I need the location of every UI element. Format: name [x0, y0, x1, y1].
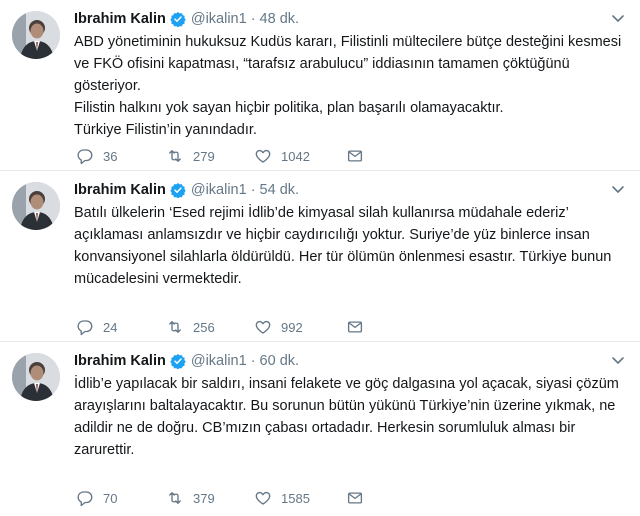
chevron-down-icon[interactable] — [610, 10, 626, 26]
tweet-text-line: Türkiye Filistin’in yanındadır. — [74, 122, 257, 138]
tweet-text: ABD yönetiminin hukuksuz Kudüs kararı, F… — [74, 31, 626, 141]
verified-badge-icon — [170, 12, 186, 27]
timestamp[interactable]: 48 dk. — [260, 11, 300, 27]
author-handle[interactable]: @ikalin1 — [191, 11, 247, 27]
separator-dot: · — [250, 182, 256, 198]
retweet-icon — [169, 150, 181, 162]
tweet-text-line: İdlib’e yapılacak bir saldırı, insani fe… — [74, 376, 619, 458]
tweet-text-line: ABD yönetiminin hukuksuz Kudüs kararı, F… — [74, 34, 622, 94]
reply-icon — [77, 149, 93, 165]
chevron-down-icon[interactable] — [610, 181, 626, 197]
reply-icon — [77, 491, 93, 507]
tweet-text: Batılı ülkelerin ‘Esed rejimi İdlib’de k… — [74, 202, 626, 290]
like-count: 1585 — [281, 490, 310, 506]
retweet-count: 379 — [193, 490, 215, 506]
reply-icon — [77, 320, 93, 336]
envelope-icon — [347, 492, 363, 504]
envelope-icon — [347, 321, 363, 333]
avatar[interactable] — [12, 353, 60, 401]
retweet-icon — [169, 321, 181, 333]
direct-message-button[interactable] — [346, 147, 373, 165]
timestamp[interactable]: 60 dk. — [260, 353, 300, 369]
author-name[interactable]: Ibrahim Kalin — [74, 11, 166, 27]
tweet-header: Ibrahim Kalin @ikalin1 · 48 dk. — [74, 8, 626, 30]
retweet-button[interactable]: 379 — [166, 489, 254, 507]
timeline: Ibrahim Kalin @ikalin1 · 48 dk. ABD yöne… — [0, 0, 640, 513]
tweet[interactable]: Ibrahim Kalin @ikalin1 · 48 dk. ABD yöne… — [0, 0, 640, 171]
like-count: 1042 — [281, 148, 310, 164]
heart-icon — [255, 149, 271, 163]
direct-message-button[interactable] — [346, 489, 373, 507]
like-button[interactable]: 992 — [254, 318, 346, 336]
separator-dot: · — [250, 11, 256, 27]
separator-dot: · — [250, 353, 256, 369]
avatar[interactable] — [12, 11, 60, 59]
tweet[interactable]: Ibrahim Kalin @ikalin1 · 54 dk. Batılı ü… — [0, 171, 640, 342]
tweet-actions: 36 279 1042 — [76, 147, 373, 165]
retweet-count: 279 — [193, 148, 215, 164]
direct-message-button[interactable] — [346, 318, 373, 336]
tweet-header: Ibrahim Kalin @ikalin1 · 54 dk. — [74, 179, 626, 201]
heart-icon — [255, 491, 271, 505]
envelope-icon — [347, 150, 363, 162]
heart-icon — [255, 320, 271, 334]
tweet-actions: 24 256 992 — [76, 318, 373, 336]
like-count: 992 — [281, 319, 303, 335]
retweet-count: 256 — [193, 319, 215, 335]
tweet-actions: 70 379 1585 — [76, 489, 373, 507]
verified-badge-icon — [170, 183, 186, 198]
author-handle[interactable]: @ikalin1 — [191, 182, 247, 198]
author-handle[interactable]: @ikalin1 — [191, 353, 247, 369]
retweet-button[interactable]: 279 — [166, 147, 254, 165]
reply-button[interactable]: 70 — [76, 489, 166, 507]
reply-button[interactable]: 24 — [76, 318, 166, 336]
tweet-header: Ibrahim Kalin @ikalin1 · 60 dk. — [74, 350, 626, 372]
reply-count: 24 — [103, 319, 118, 335]
reply-count: 36 — [103, 148, 118, 164]
verified-badge-icon — [170, 354, 186, 369]
tweet-text: İdlib’e yapılacak bir saldırı, insani fe… — [74, 373, 626, 461]
reply-button[interactable]: 36 — [76, 147, 166, 165]
like-button[interactable]: 1042 — [254, 147, 346, 165]
author-name[interactable]: Ibrahim Kalin — [74, 353, 166, 369]
tweet-text-line: Filistin halkını yok sayan hiçbir politi… — [74, 100, 504, 116]
reply-count: 70 — [103, 490, 118, 506]
tweet[interactable]: Ibrahim Kalin @ikalin1 · 60 dk. İdlib’e … — [0, 342, 640, 513]
retweet-button[interactable]: 256 — [166, 318, 254, 336]
like-button[interactable]: 1585 — [254, 489, 346, 507]
tweet-text-line: Batılı ülkelerin ‘Esed rejimi İdlib’de k… — [74, 205, 612, 287]
timestamp[interactable]: 54 dk. — [260, 182, 300, 198]
retweet-icon — [169, 492, 181, 504]
avatar[interactable] — [12, 182, 60, 230]
chevron-down-icon[interactable] — [610, 352, 626, 368]
author-name[interactable]: Ibrahim Kalin — [74, 182, 166, 198]
